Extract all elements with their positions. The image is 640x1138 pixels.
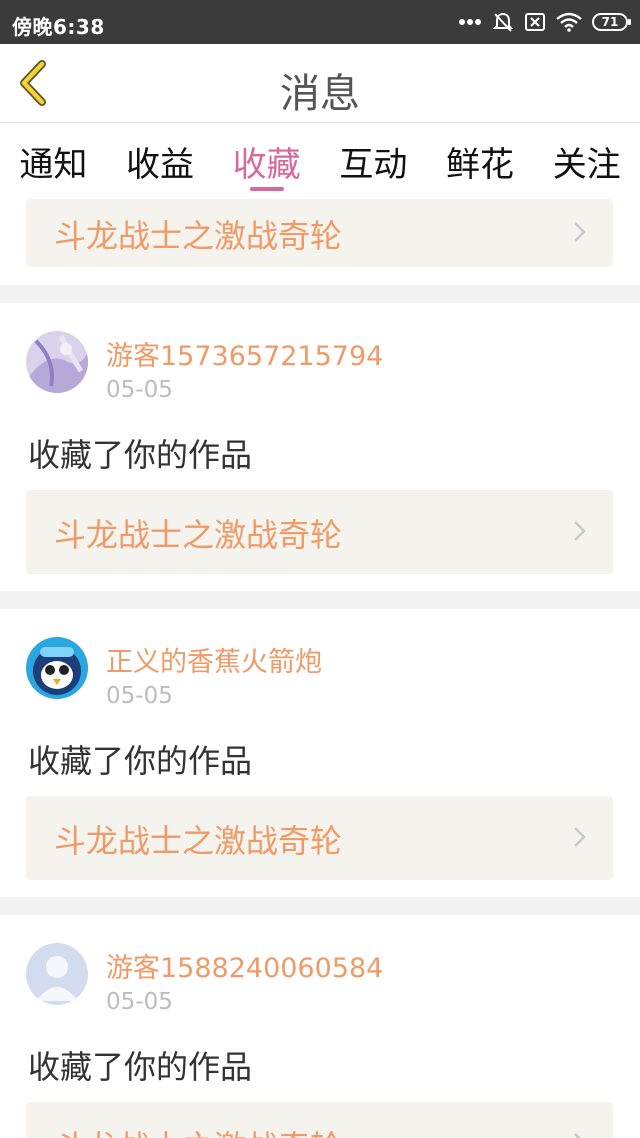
avatar[interactable] (26, 943, 88, 1005)
divider (0, 897, 640, 915)
tab-notifications[interactable]: 通知 (0, 123, 107, 197)
avatar[interactable] (26, 331, 88, 393)
work-link[interactable]: 斗龙战士之激战奇轮 (26, 1102, 613, 1138)
message-date: 05-05 (106, 683, 173, 709)
more-dots-icon (459, 19, 481, 25)
tab-bar: 通知 收益 收藏 互动 鲜花 关注 (0, 123, 640, 197)
nav-bar: 消息 (0, 44, 640, 123)
divider (0, 591, 640, 609)
action-text: 收藏了你的作品 (28, 1048, 253, 1086)
message-list[interactable]: 斗龙战士之激战奇轮 游客1573657215794 05-05 收藏了你的作品 … (0, 197, 640, 1138)
username[interactable]: 游客1588240060584 (106, 946, 383, 985)
tab-following[interactable]: 关注 (533, 123, 640, 197)
battery-level: 71 (601, 15, 619, 29)
tab-label: 收益 (126, 145, 194, 185)
work-title: 斗龙战士之激战奇轮 (54, 516, 343, 554)
action-text: 收藏了你的作品 (28, 742, 253, 780)
username[interactable]: 游客1573657215794 (106, 334, 383, 373)
message-date: 05-05 (106, 989, 173, 1015)
tab-label: 收藏 (232, 145, 301, 185)
work-link[interactable]: 斗龙战士之激战奇轮 (26, 796, 613, 880)
message-date: 05-05 (106, 377, 173, 403)
tab-favorites[interactable]: 收藏 (213, 123, 320, 197)
avatar[interactable] (26, 637, 88, 699)
work-link[interactable]: 斗龙战士之激战奇轮 (26, 490, 613, 574)
work-title: 斗龙战士之激战奇轮 (54, 822, 343, 860)
status-bar: 傍晚6:38 71 (0, 0, 640, 44)
default-user-avatar (26, 943, 88, 1005)
battery-icon: 71 (592, 13, 631, 31)
active-tab-indicator (249, 187, 284, 191)
work-title: 斗龙战士之激战奇轮 (54, 217, 343, 255)
tab-label: 关注 (552, 145, 621, 185)
page-title: 消息 (280, 71, 360, 117)
work-link[interactable]: 斗龙战士之激战奇轮 (26, 199, 613, 267)
penguin-robot-avatar (26, 637, 88, 699)
action-text: 收藏了你的作品 (28, 436, 253, 474)
tab-label: 通知 (19, 145, 88, 185)
status-time: 傍晚6:38 (12, 15, 105, 39)
username[interactable]: 正义的香蕉火箭炮 (106, 640, 322, 679)
chevron-right-icon (574, 1133, 581, 1138)
muted-bell-icon (492, 12, 514, 32)
tab-label: 互动 (339, 145, 408, 185)
no-sim-icon (525, 13, 545, 31)
work-title: 斗龙战士之激战奇轮 (54, 1122, 342, 1138)
status-icons: 71 (458, 9, 631, 35)
chevron-right-icon (574, 222, 586, 242)
wifi-icon (556, 12, 582, 32)
tab-interactions[interactable]: 互动 (320, 123, 427, 197)
tab-label: 鲜花 (446, 145, 515, 185)
tab-flowers[interactable]: 鲜花 (427, 123, 534, 197)
chevron-right-icon (574, 521, 586, 541)
anime-character-avatar (26, 331, 88, 393)
tab-earnings[interactable]: 收益 (107, 123, 214, 197)
divider (0, 285, 640, 303)
chevron-right-icon (574, 827, 586, 847)
